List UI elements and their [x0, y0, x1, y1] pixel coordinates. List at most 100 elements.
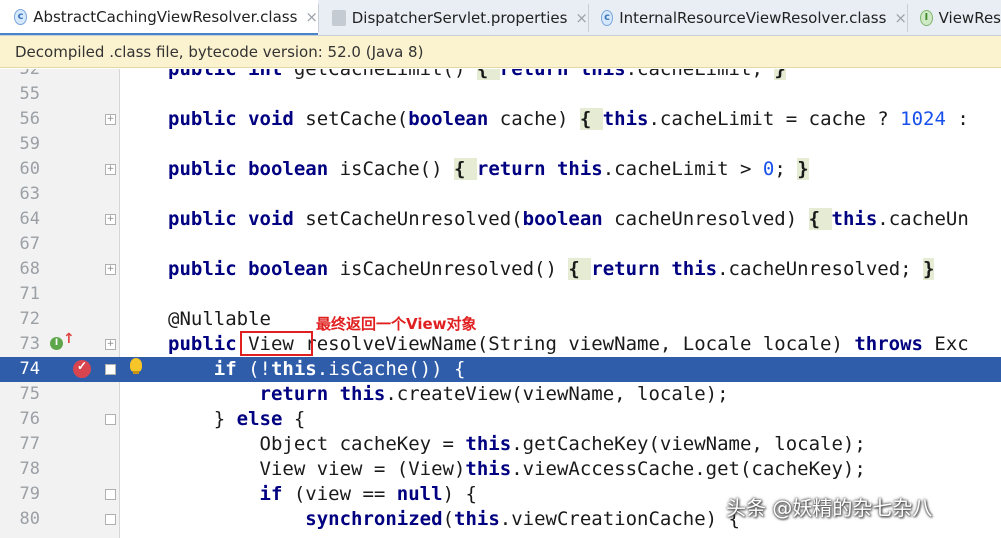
implements-marker-icon[interactable]: I [50, 337, 63, 350]
code-text[interactable]: if (!this.isCache()) { [168, 357, 466, 382]
code-line[interactable]: 67 [0, 232, 1001, 257]
fold-toggle-icon[interactable]: + [105, 214, 116, 225]
line-number[interactable]: 56 [0, 107, 40, 132]
code-token: void [248, 208, 306, 230]
code-line[interactable]: 56 public void setCache(boolean cache) { … [0, 107, 1001, 132]
tab-dispatcher-servlet-properties[interactable]: DispatcherServlet.properties × [319, 0, 588, 35]
fold-toggle-icon[interactable] [105, 414, 116, 425]
fold-toggle-icon[interactable]: + [105, 264, 116, 275]
code-line[interactable]: 68 public boolean isCacheUnresolved() { r… [0, 257, 1001, 282]
line-number[interactable]: 55 [0, 82, 40, 107]
code-token: View view = (View) [168, 458, 466, 480]
code-token: setCache( [305, 108, 409, 130]
tab-view-resolver[interactable]: I ViewRes [908, 0, 1001, 35]
code-token: 1024 [900, 108, 946, 130]
fold-toggle-icon[interactable]: + [105, 164, 116, 175]
code-line[interactable]: 63 [0, 182, 1001, 207]
code-text[interactable]: if (view == null) { [168, 482, 477, 507]
line-number[interactable]: 73 [0, 332, 40, 357]
code-token: } [774, 69, 786, 80]
code-token: .createView(viewName, locale); [385, 383, 729, 405]
line-number[interactable]: 80 [0, 507, 40, 532]
code-token: boolean [408, 108, 500, 130]
code-line[interactable]: 72 @Nullable [0, 307, 1001, 332]
fold-toggle-icon[interactable] [105, 364, 116, 375]
code-token: { [808, 208, 832, 230]
code-text[interactable]: Object cacheKey = this.getCacheKey(viewN… [168, 432, 866, 457]
code-text[interactable]: public boolean isCache() { return this.c… [168, 157, 809, 182]
code-text[interactable]: public void setCache(boolean cache) { th… [168, 107, 969, 132]
code-line[interactable]: 75 return this.createView(viewName, loca… [0, 382, 1001, 407]
fold-toggle-icon[interactable] [105, 514, 116, 525]
line-number[interactable]: 60 [0, 157, 40, 182]
line-number[interactable]: 72 [0, 307, 40, 332]
fold-toggle-icon[interactable]: + [105, 114, 116, 125]
code-text[interactable]: } else { [168, 407, 306, 432]
code-token: cacheUnresolved) [614, 208, 809, 230]
code-line[interactable]: 55 [0, 82, 1001, 107]
code-line[interactable]: 59 [0, 132, 1001, 157]
code-token: this [671, 258, 718, 280]
code-token: this [339, 383, 386, 405]
line-number[interactable]: 52 [0, 69, 40, 82]
code-token: Object cacheKey = [168, 433, 466, 455]
code-token: } [168, 408, 237, 430]
line-number[interactable]: 75 [0, 382, 40, 407]
code-token: public [168, 258, 249, 280]
breakpoint-icon[interactable] [73, 359, 91, 378]
code-token: View resolveViewName(String viewName, Lo… [248, 333, 855, 355]
fold-toggle-icon[interactable] [105, 489, 116, 500]
intention-bulb-icon[interactable] [130, 358, 142, 374]
code-token: this [465, 458, 512, 480]
code-line[interactable]: 76 } else { [0, 407, 1001, 432]
tab-abstract-caching-view-resolver[interactable]: c AbstractCachingViewResolver.class × [0, 0, 318, 35]
line-number[interactable]: 78 [0, 457, 40, 482]
code-line[interactable]: 74 if (!this.isCache()) { [0, 357, 1001, 382]
code-text[interactable]: public void setCacheUnresolved(boolean c… [168, 207, 969, 232]
line-number[interactable]: 77 [0, 432, 40, 457]
code-token: if [213, 358, 249, 380]
code-text[interactable]: public boolean isCacheUnresolved() { ret… [168, 257, 935, 282]
override-arrow-icon[interactable]: ↑ [63, 331, 75, 347]
code-token: setCacheUnresolved( [305, 208, 523, 230]
code-line[interactable]: 64 public void setCacheUnresolved(boolean… [0, 207, 1001, 232]
line-number[interactable]: 59 [0, 132, 40, 157]
close-icon[interactable]: × [575, 9, 588, 27]
code-line[interactable]: 52 public int getCacheLimit() { return th… [0, 69, 1001, 82]
code-editor[interactable]: 52 public int getCacheLimit() { return th… [0, 69, 1001, 538]
editor-tab-bar: c AbstractCachingViewResolver.class × Di… [0, 0, 1001, 36]
line-number[interactable]: 63 [0, 182, 40, 207]
tab-internal-resource-view-resolver[interactable]: c InternalResourceViewResolver.class × [589, 0, 907, 35]
code-token: void [248, 108, 306, 130]
line-number[interactable]: 74 [0, 357, 40, 382]
decompiled-notice-banner: Decompiled .class file, bytecode version… [0, 36, 1001, 68]
code-line[interactable]: 71 [0, 282, 1001, 307]
code-text[interactable]: public int getCacheLimit() { return this… [168, 69, 786, 82]
code-text[interactable]: synchronized(this.viewCreationCache) { [168, 507, 740, 532]
code-line[interactable]: 78 View view = (View)this.viewAccessCach… [0, 457, 1001, 482]
code-text[interactable]: return this.createView(viewName, locale)… [168, 382, 729, 407]
code-token: } [797, 158, 809, 180]
tab-label: InternalResourceViewResolver.class [619, 8, 887, 27]
code-token: this [556, 158, 603, 180]
code-line[interactable]: 73 public View resolveViewName(String vie… [0, 332, 1001, 357]
code-token: { [293, 408, 306, 430]
code-text[interactable]: @Nullable [168, 307, 271, 332]
line-number[interactable]: 64 [0, 207, 40, 232]
line-number[interactable]: 76 [0, 407, 40, 432]
code-token: { [453, 158, 477, 180]
line-number[interactable]: 79 [0, 482, 40, 507]
code-line[interactable]: 60 public boolean isCache() { return this… [0, 157, 1001, 182]
code-token: isCache() [339, 158, 454, 180]
line-number[interactable]: 71 [0, 282, 40, 307]
code-line[interactable]: 77 Object cacheKey = this.getCacheKey(vi… [0, 432, 1001, 457]
fold-toggle-icon[interactable]: + [105, 339, 116, 350]
code-text[interactable]: View view = (View)this.viewAccessCache.g… [168, 457, 866, 482]
code-token: boolean [248, 258, 340, 280]
close-icon[interactable]: × [305, 8, 318, 26]
close-icon[interactable]: × [894, 9, 907, 27]
line-number[interactable]: 68 [0, 257, 40, 282]
view-return-type-highlight-box [240, 331, 313, 356]
line-number[interactable]: 67 [0, 232, 40, 257]
